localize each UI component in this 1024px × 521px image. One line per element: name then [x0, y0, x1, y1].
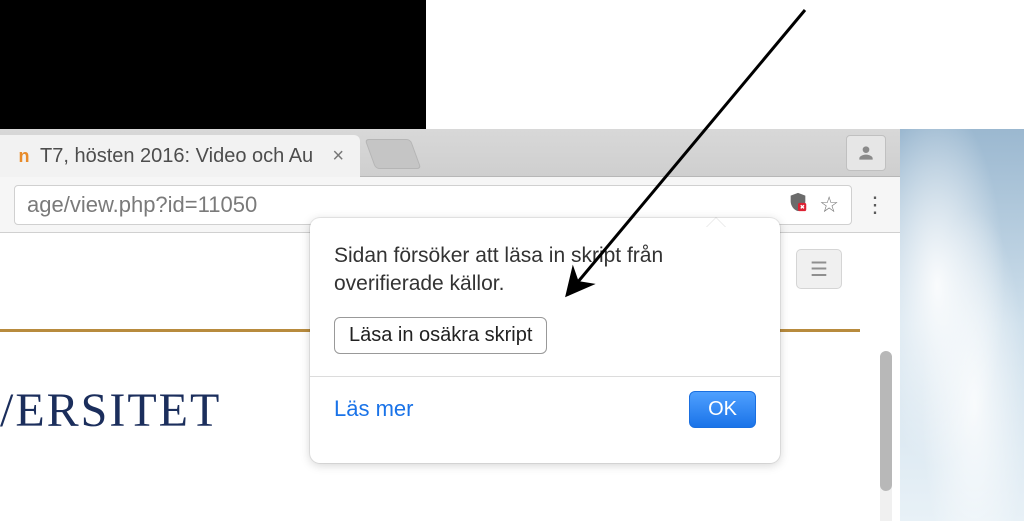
- tab-title: T7, hösten 2016: Video och Au: [40, 145, 324, 168]
- desktop-wallpaper-strip: [900, 129, 1024, 521]
- popup-message: Sidan försöker att läsa in skript från o…: [334, 242, 756, 299]
- browser-tab[interactable]: n T7, hösten 2016: Video och Au ×: [0, 135, 360, 177]
- new-tab-button[interactable]: [365, 139, 422, 169]
- ok-button[interactable]: OK: [689, 391, 756, 428]
- person-icon: [856, 143, 876, 163]
- popup-divider: [310, 376, 780, 377]
- learn-more-link[interactable]: Läs mer: [334, 396, 413, 422]
- profile-button[interactable]: [846, 135, 886, 171]
- popup-footer: Läs mer OK: [334, 391, 756, 428]
- favicon-icon: n: [16, 148, 32, 164]
- insecure-content-popup: Sidan försöker att läsa in skript från o…: [310, 218, 780, 463]
- scrollbar-thumb[interactable]: [880, 351, 892, 491]
- tab-strip: n T7, hösten 2016: Video och Au ×: [0, 129, 900, 177]
- blocked-content-shield-icon[interactable]: [787, 191, 809, 219]
- redaction-block: [0, 0, 426, 129]
- url-text: age/view.php?id=11050: [27, 192, 257, 218]
- site-menu-button[interactable]: ☰: [796, 249, 842, 289]
- bookmark-star-icon[interactable]: ☆: [819, 192, 839, 218]
- site-brand-text: /ERSITET: [0, 383, 221, 438]
- close-tab-icon[interactable]: ×: [332, 145, 344, 168]
- load-unsafe-scripts-button[interactable]: Läsa in osäkra skript: [334, 317, 547, 354]
